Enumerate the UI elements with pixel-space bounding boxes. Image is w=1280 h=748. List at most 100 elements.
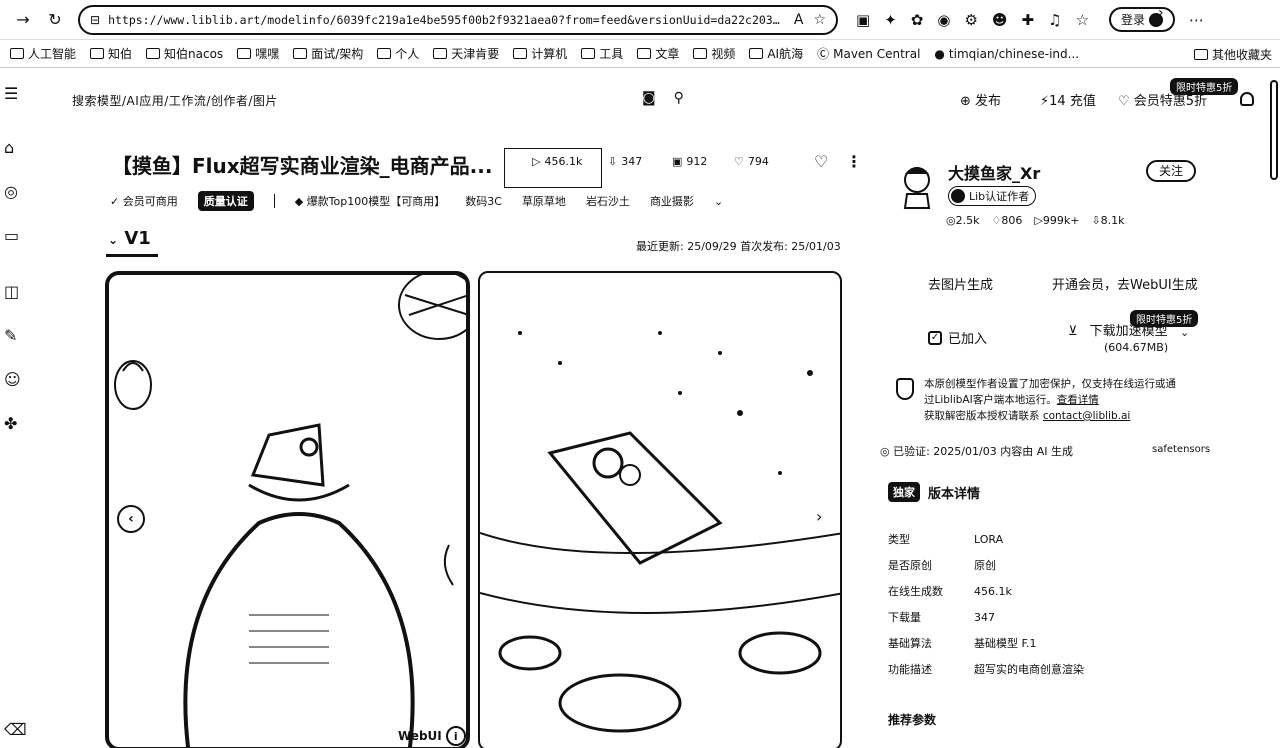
webui-generate-button[interactable]: 开通会员，去WebUI生成 [1052, 274, 1198, 293]
folder-icon [293, 48, 308, 59]
detail-row: 类型 LORA [888, 526, 1084, 552]
author-avatar[interactable] [895, 160, 939, 210]
detail-label: 基础算法 [888, 637, 932, 650]
bookmark-item[interactable]: 工具 [581, 45, 623, 62]
address-bar[interactable]: ⊟ https://www.liblib.art/modelinfo/6039f… [78, 4, 838, 35]
bookmark-item[interactable]: 天津肯要 [433, 45, 499, 62]
gallery-next-button[interactable]: › [816, 507, 822, 526]
contact-email-link[interactable]: contact@liblib.ai [1043, 410, 1130, 422]
bookmark-item[interactable]: 计算机 [513, 45, 567, 62]
search-placeholder[interactable]: 搜索模型/AI应用/工作流/创作者/图片 [72, 92, 278, 109]
added-button[interactable]: ✓ 已加入 [928, 328, 987, 347]
menu-toggle-icon[interactable]: ☰ [4, 84, 18, 103]
other-bookmarks[interactable]: 其他收藏夹 [1193, 46, 1272, 63]
recharge-button[interactable]: ⚡14 充值 [1040, 90, 1096, 109]
chevron-down-icon: ⌄ [108, 233, 119, 247]
bookmark-item[interactable]: Ⓒ Maven Central [817, 45, 920, 62]
bookmark-label: 工具 [599, 47, 624, 61]
notification-bell-icon[interactable] [1240, 92, 1254, 106]
bookmark-item[interactable]: 视频 [693, 45, 735, 62]
recharge-label: 14 充值 [1049, 94, 1096, 109]
divider [273, 194, 275, 208]
gallery-image-right[interactable] [478, 271, 842, 748]
notice-line: 获取解密版本授权请联系 contact@liblib.ai [924, 408, 1216, 424]
puzzle-icon[interactable]: ✤ [4, 414, 17, 433]
notice-line: 本原创模型作者设置了加密保护，仅支持在线运行或通 [924, 378, 1176, 390]
bookmark-item[interactable]: 个人 [377, 45, 419, 62]
explore-icon[interactable]: ◎ [4, 182, 18, 201]
images-count: 912 [686, 155, 708, 168]
bookmark-item[interactable]: 面试/架构 [293, 45, 363, 62]
follow-button[interactable]: 关注 [1146, 160, 1196, 182]
details-link[interactable]: 查看详情 [1057, 394, 1099, 406]
login-button[interactable]: 登录 [1109, 7, 1176, 32]
author-name[interactable]: 大摸鱼家_Xr [948, 160, 1040, 184]
browser-toolbar: → ↻ ⊟ https://www.liblib.art/modelinfo/6… [0, 0, 1280, 40]
notice-text: 获取解密版本授权请联系 [924, 410, 1043, 422]
author-stat: ◎2.5k [946, 214, 980, 227]
bookmark-item[interactable]: ● timqian/chinese-ind... [934, 47, 1079, 61]
stats-highlight-box [504, 148, 602, 188]
bookmark-item[interactable]: 知伯 [90, 45, 132, 62]
bookmark-item[interactable]: 文章 [637, 45, 679, 62]
trash-icon[interactable]: ⌫ [4, 720, 27, 739]
extensions-puzzle-icon[interactable]: ✚ [1022, 11, 1035, 29]
brush-icon[interactable]: ✎ [4, 326, 17, 345]
media-icon[interactable]: ♫ [1048, 11, 1061, 29]
generate-image-button[interactable]: 去图片生成 [928, 274, 993, 293]
tag[interactable]: 草原草地 [522, 193, 566, 209]
folder-icon [377, 48, 392, 59]
favorite-star-icon[interactable]: ☆ [813, 12, 826, 28]
favorites-icon[interactable]: ☆ [1076, 11, 1089, 29]
bookmark-item[interactable]: 嘿嘿 [237, 45, 279, 62]
tag[interactable]: 岩石沙土 [586, 193, 630, 209]
url-text[interactable]: https://www.liblib.art/modelinfo/6039fc2… [108, 13, 786, 27]
bookmark-item[interactable]: 知伯nacos [146, 45, 223, 62]
encryption-notice: 本原创模型作者设置了加密保护，仅支持在线运行或通 过LiblibAI客户端本地运… [896, 376, 1216, 424]
read-aloud-icon[interactable]: A [794, 12, 804, 28]
tag[interactable]: 数码3C [465, 193, 502, 209]
bookmark-label: AI航海 [767, 47, 804, 61]
book-icon[interactable]: ◫ [4, 282, 19, 301]
extension-icon[interactable]: ▣ [856, 11, 870, 29]
download-options-icon[interactable]: ⌄ [1180, 326, 1189, 339]
certified-author-badge: Lib认证作者 [948, 186, 1037, 206]
more-menu-icon[interactable]: ⋯ [1189, 11, 1204, 29]
extension-icon[interactable]: ✿ [911, 11, 924, 29]
maven-icon: Ⓒ [817, 47, 830, 61]
info-icon[interactable]: i [445, 726, 466, 746]
forward-icon[interactable]: → [10, 7, 36, 33]
top100-tag[interactable]: ◆ 爆款Top100模型【可商用】 [295, 193, 446, 209]
favorite-heart-icon[interactable]: ♡ [814, 152, 828, 171]
author-stat: ♢806 [991, 214, 1023, 227]
bookmark-item[interactable]: AI航海 [749, 45, 803, 62]
home-icon[interactable]: ⌂ [4, 138, 14, 157]
publish-button[interactable]: ⊕ 发布 [960, 90, 1001, 109]
bookmark-item[interactable]: 人工智能 [10, 45, 76, 62]
extension-icon[interactable]: ☻ [992, 11, 1008, 29]
folder-nav-icon[interactable]: ▭ [4, 226, 19, 245]
extension-icon[interactable]: ⚙ [964, 11, 977, 29]
extension-icon[interactable]: ◉ [937, 11, 950, 29]
bookmark-label: 知伯 [108, 47, 133, 61]
camera-icon[interactable]: ◙ [642, 90, 656, 106]
bookmark-label: 嘿嘿 [255, 47, 280, 61]
page-scrollbar[interactable] [1270, 80, 1278, 180]
tags-expand-icon[interactable]: ⌄ [714, 195, 723, 208]
gallery-prev-button[interactable]: ‹ [117, 505, 145, 533]
extension-icon[interactable]: ✦ [884, 11, 897, 29]
folder-icon [513, 48, 528, 59]
verified-text: 已验证: 2025/01/03 内容由 AI 生成 [893, 445, 1073, 458]
runs-stat: ▷ 456.1k [532, 155, 582, 168]
refresh-icon[interactable]: ↻ [42, 7, 68, 33]
chat-icon[interactable]: ☺ [4, 370, 21, 389]
search-icon[interactable]: ⚲ [674, 90, 684, 106]
more-options-icon[interactable]: ⋮ [846, 152, 862, 171]
webui-label: WebUI [398, 729, 442, 743]
bookmarks-overflow-icon[interactable]: › [1158, 5, 1164, 21]
version-tab[interactable]: ⌄ V1 [108, 228, 151, 249]
tag[interactable]: 商业摄影 [650, 193, 694, 209]
site-info-icon[interactable]: ⊟ [90, 13, 100, 27]
gallery-image-left[interactable] [105, 271, 470, 748]
detail-row: 在线生成数 456.1k [888, 578, 1084, 604]
